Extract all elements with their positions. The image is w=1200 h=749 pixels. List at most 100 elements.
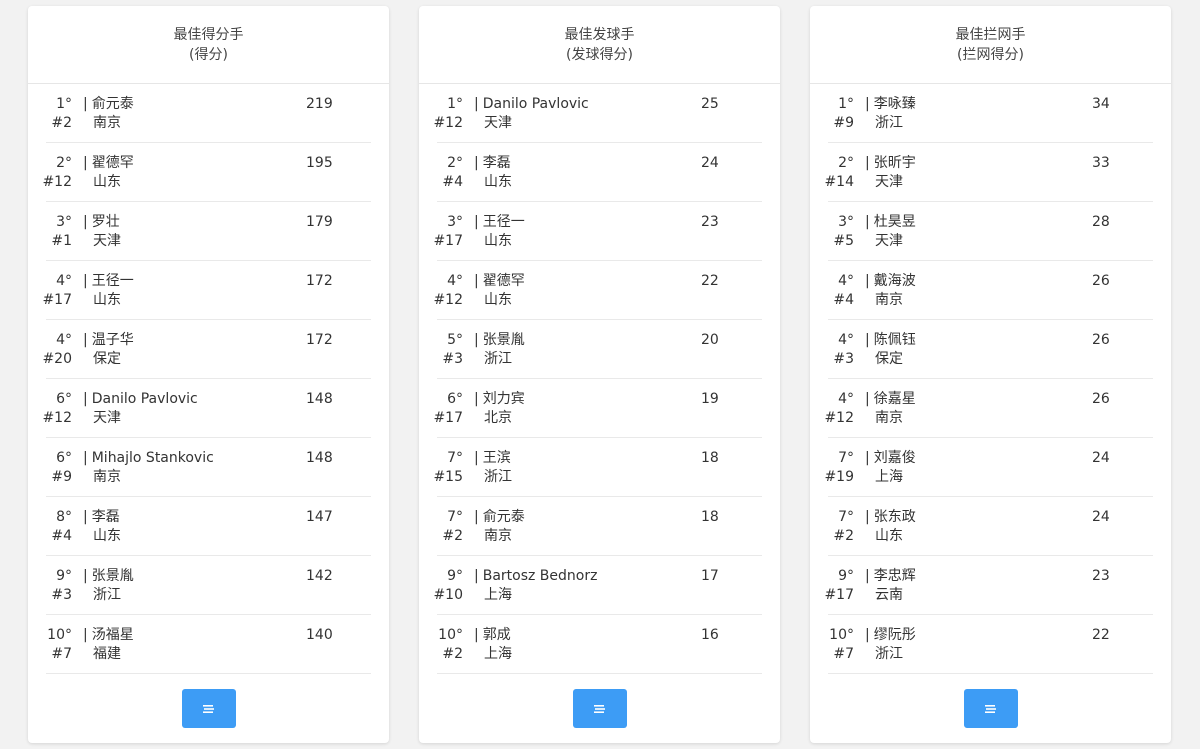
separator: | bbox=[865, 568, 870, 584]
team-name: 山东 bbox=[875, 528, 903, 544]
separator: | bbox=[865, 273, 870, 289]
rank: 3° bbox=[838, 214, 854, 230]
team-name: 保定 bbox=[875, 351, 903, 367]
jersey-number: #12 bbox=[42, 410, 72, 426]
ranking-row: 9° #3 | 张景胤 浙江 142 bbox=[46, 556, 371, 615]
player-name-cell: | 杜昊昱 bbox=[865, 213, 916, 232]
more-button[interactable] bbox=[573, 689, 627, 728]
card-title: 最佳发球手 bbox=[564, 26, 635, 43]
team-name: 北京 bbox=[484, 410, 512, 426]
team-name: 浙江 bbox=[93, 587, 121, 603]
player-name: 刘嘉俊 bbox=[873, 450, 916, 466]
separator: | bbox=[83, 450, 88, 466]
player-name: 俞元泰 bbox=[91, 96, 134, 112]
team-name: 山东 bbox=[93, 528, 121, 544]
separator: | bbox=[865, 155, 870, 171]
ranking-row: 2° #12 | 翟德罕 山东 195 bbox=[42, 143, 371, 202]
stat-value: 24 bbox=[1092, 509, 1110, 525]
separator: | bbox=[865, 391, 870, 407]
player-name: 温子华 bbox=[91, 332, 134, 348]
stat-value: 148 bbox=[306, 391, 333, 407]
player-name-cell: | 王径一 bbox=[474, 213, 525, 232]
stat-value: 17 bbox=[701, 568, 719, 584]
team-name: 山东 bbox=[93, 292, 121, 308]
more-button[interactable] bbox=[182, 689, 236, 728]
rank: 7° bbox=[838, 450, 854, 466]
separator: | bbox=[474, 155, 479, 171]
player-name-cell: | 温子华 bbox=[83, 331, 134, 350]
jersey-number: #7 bbox=[833, 646, 854, 662]
player-name: Danilo Pavlovic bbox=[91, 391, 198, 407]
rank: 4° bbox=[56, 273, 72, 289]
separator: | bbox=[474, 568, 479, 584]
ranking-row: 1° #2 | 俞元泰 南京 219 bbox=[46, 84, 371, 143]
rank: 4° bbox=[447, 273, 463, 289]
team-name: 上海 bbox=[484, 587, 512, 603]
player-name-cell: | 王径一 bbox=[83, 272, 134, 291]
ranking-row: 4° #12 | 徐嘉星 南京 26 bbox=[824, 379, 1153, 438]
card-best-blocker: 最佳拦网手 (拦网得分) 1° #9 | 李咏臻 浙江 34 2° #14 | 张昕宇 天津 33 3°… bbox=[810, 6, 1171, 743]
rank: 7° bbox=[447, 450, 463, 466]
ranking-row: 7° #15 | 王滨 浙江 18 bbox=[433, 438, 762, 497]
player-name: 陈佩钰 bbox=[873, 332, 916, 348]
team-name: 上海 bbox=[484, 646, 512, 662]
player-name-cell: | Danilo Pavlovic bbox=[474, 95, 589, 114]
player-name: 杜昊昱 bbox=[873, 214, 916, 230]
stat-value: 140 bbox=[306, 627, 333, 643]
card-best-scorer: 最佳得分手 (得分) 1° #2 | 俞元泰 南京 219 2° #12 | 翟德罕 山东 195 3°… bbox=[28, 6, 389, 743]
card-best-server: 最佳发球手 (发球得分) 1° #12 | Danilo Pavlovic 天津 25 2°… bbox=[419, 6, 780, 743]
stat-value: 23 bbox=[701, 214, 719, 230]
stat-value: 34 bbox=[1092, 96, 1110, 112]
separator: | bbox=[865, 214, 870, 230]
ranking-row: 4° #20 | 温子华 保定 172 bbox=[42, 320, 371, 379]
stat-value: 26 bbox=[1092, 391, 1110, 407]
ranking-list: 1° #9 | 李咏臻 浙江 34 2° #14 | 张昕宇 天津 33 3° #5 | 杜昊昱 天津 28 4° #… bbox=[810, 84, 1171, 674]
ranking-list: 1° #12 | Danilo Pavlovic 天津 25 2° #4 | 李磊 山东 24 3° #1… bbox=[419, 84, 780, 674]
team-name: 浙江 bbox=[484, 351, 512, 367]
jersey-number: #19 bbox=[824, 469, 854, 485]
rank: 3° bbox=[447, 214, 463, 230]
stat-value: 33 bbox=[1092, 155, 1110, 171]
rank: 5° bbox=[447, 332, 463, 348]
team-name: 浙江 bbox=[875, 115, 903, 131]
card-header: 最佳拦网手 (拦网得分) bbox=[810, 6, 1171, 84]
rank: 10° bbox=[438, 627, 463, 643]
rank: 7° bbox=[838, 509, 854, 525]
player-name-cell: | 翟德罕 bbox=[474, 272, 525, 291]
separator: | bbox=[474, 214, 479, 230]
jersey-number: #20 bbox=[42, 351, 72, 367]
team-name: 保定 bbox=[93, 351, 121, 367]
player-name-cell: | 张东政 bbox=[865, 508, 916, 527]
team-name: 天津 bbox=[484, 115, 512, 131]
player-name: Bartosz Bednorz bbox=[482, 568, 598, 584]
player-name: 张昕宇 bbox=[873, 155, 916, 171]
stat-value: 20 bbox=[701, 332, 719, 348]
rank: 2° bbox=[447, 155, 463, 171]
ranking-row: 4° #3 | 陈佩钰 保定 26 bbox=[828, 320, 1153, 379]
separator: | bbox=[83, 568, 88, 584]
jersey-number: #14 bbox=[824, 174, 854, 190]
player-name: 张景胤 bbox=[91, 568, 134, 584]
card-subtitle: (得分) bbox=[189, 46, 228, 63]
rank: 4° bbox=[56, 332, 72, 348]
player-name: 王滨 bbox=[482, 450, 511, 466]
rank: 8° bbox=[56, 509, 72, 525]
rank: 10° bbox=[47, 627, 72, 643]
player-name-cell: | 王滨 bbox=[474, 449, 511, 468]
player-name-cell: | Mihajlo Stankovic bbox=[83, 449, 214, 468]
player-name: 李忠辉 bbox=[873, 568, 916, 584]
more-button[interactable] bbox=[964, 689, 1018, 728]
card-subtitle: (拦网得分) bbox=[957, 46, 1024, 63]
stat-value: 23 bbox=[1092, 568, 1110, 584]
team-name: 山东 bbox=[484, 233, 512, 249]
card-header: 最佳发球手 (发球得分) bbox=[419, 6, 780, 84]
player-name: 戴海波 bbox=[873, 273, 916, 289]
stat-value: 148 bbox=[306, 450, 333, 466]
stat-value: 179 bbox=[306, 214, 333, 230]
stat-value: 18 bbox=[701, 509, 719, 525]
separator: | bbox=[474, 96, 479, 112]
player-name: 王径一 bbox=[482, 214, 525, 230]
separator: | bbox=[865, 627, 870, 643]
separator: | bbox=[865, 450, 870, 466]
jersey-number: #12 bbox=[433, 115, 463, 131]
